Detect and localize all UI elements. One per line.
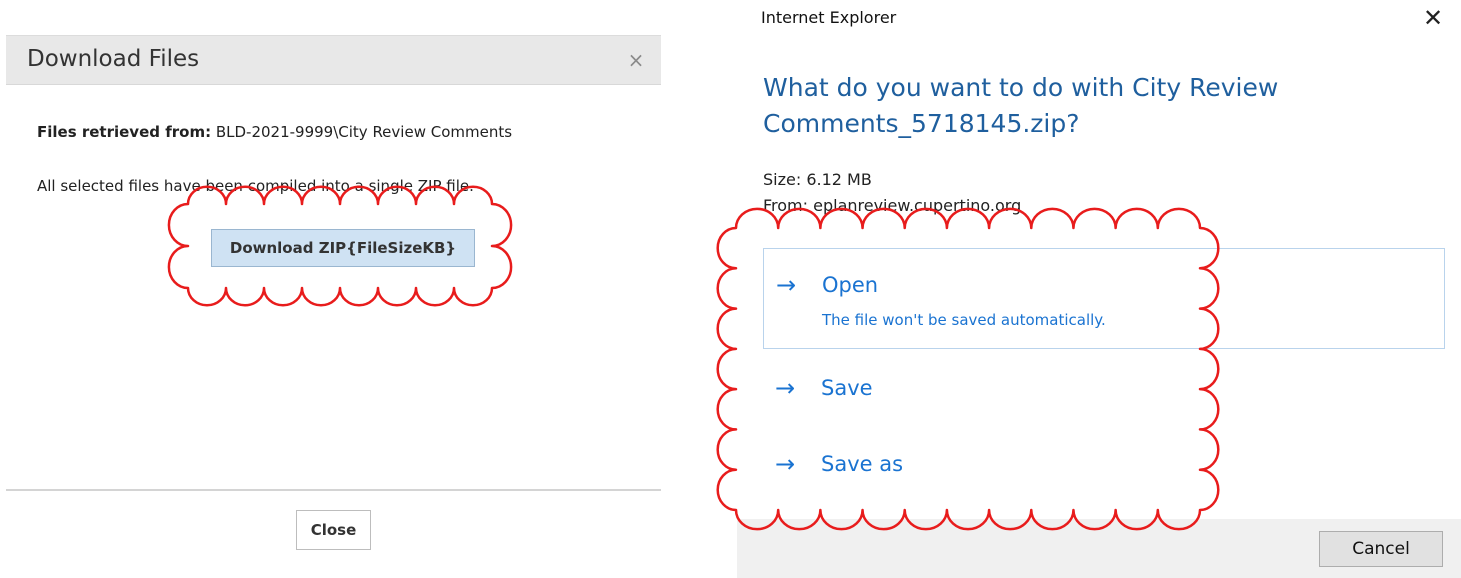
open-option-label: Open [822,273,879,297]
arrow-right-icon: → [775,450,796,478]
download-zip-button[interactable]: Download ZIP{FileSizeKB} [211,229,475,267]
download-question: What do you want to do with City Review … [763,73,1279,138]
files-retrieved-label: Files retrieved from: [37,123,212,141]
open-option-note: The file won't be saved automatically. [822,311,1106,329]
cancel-button[interactable]: Cancel [1319,531,1443,567]
download-files-dialog: Download Files × Files retrieved from: B… [0,0,664,578]
dialog-title: Download Files [27,46,200,72]
close-button[interactable]: Close [296,510,371,550]
arrow-right-icon: → [776,271,797,299]
dialog-header: Download Files × [6,35,661,85]
ie-dialog-title: Internet Explorer [761,8,897,27]
files-retrieved-line: Files retrieved from: BLD-2021-9999\City… [37,123,512,141]
save-as-option[interactable]: → Save as [763,438,1445,496]
file-source: From: eplanreview.cupertino.org [763,196,1022,215]
save-as-option-label: Save as [821,452,904,476]
open-option[interactable]: → Open The file won't be saved automatic… [763,248,1445,349]
ie-dialog-footer: Cancel [737,519,1461,578]
arrow-right-icon: → [775,374,796,402]
compiled-message: All selected files have been compiled in… [37,177,474,195]
ie-download-dialog: Internet Explorer ✕ What do you want to … [737,0,1461,578]
save-option-label: Save [821,376,873,400]
files-retrieved-path: BLD-2021-9999\City Review Comments [211,123,513,141]
file-size: Size: 6.12 MB [763,170,872,189]
footer-divider [6,489,661,491]
save-option[interactable]: → Save [763,362,1445,420]
close-icon[interactable]: × [625,49,647,71]
close-icon[interactable]: ✕ [1419,4,1447,32]
